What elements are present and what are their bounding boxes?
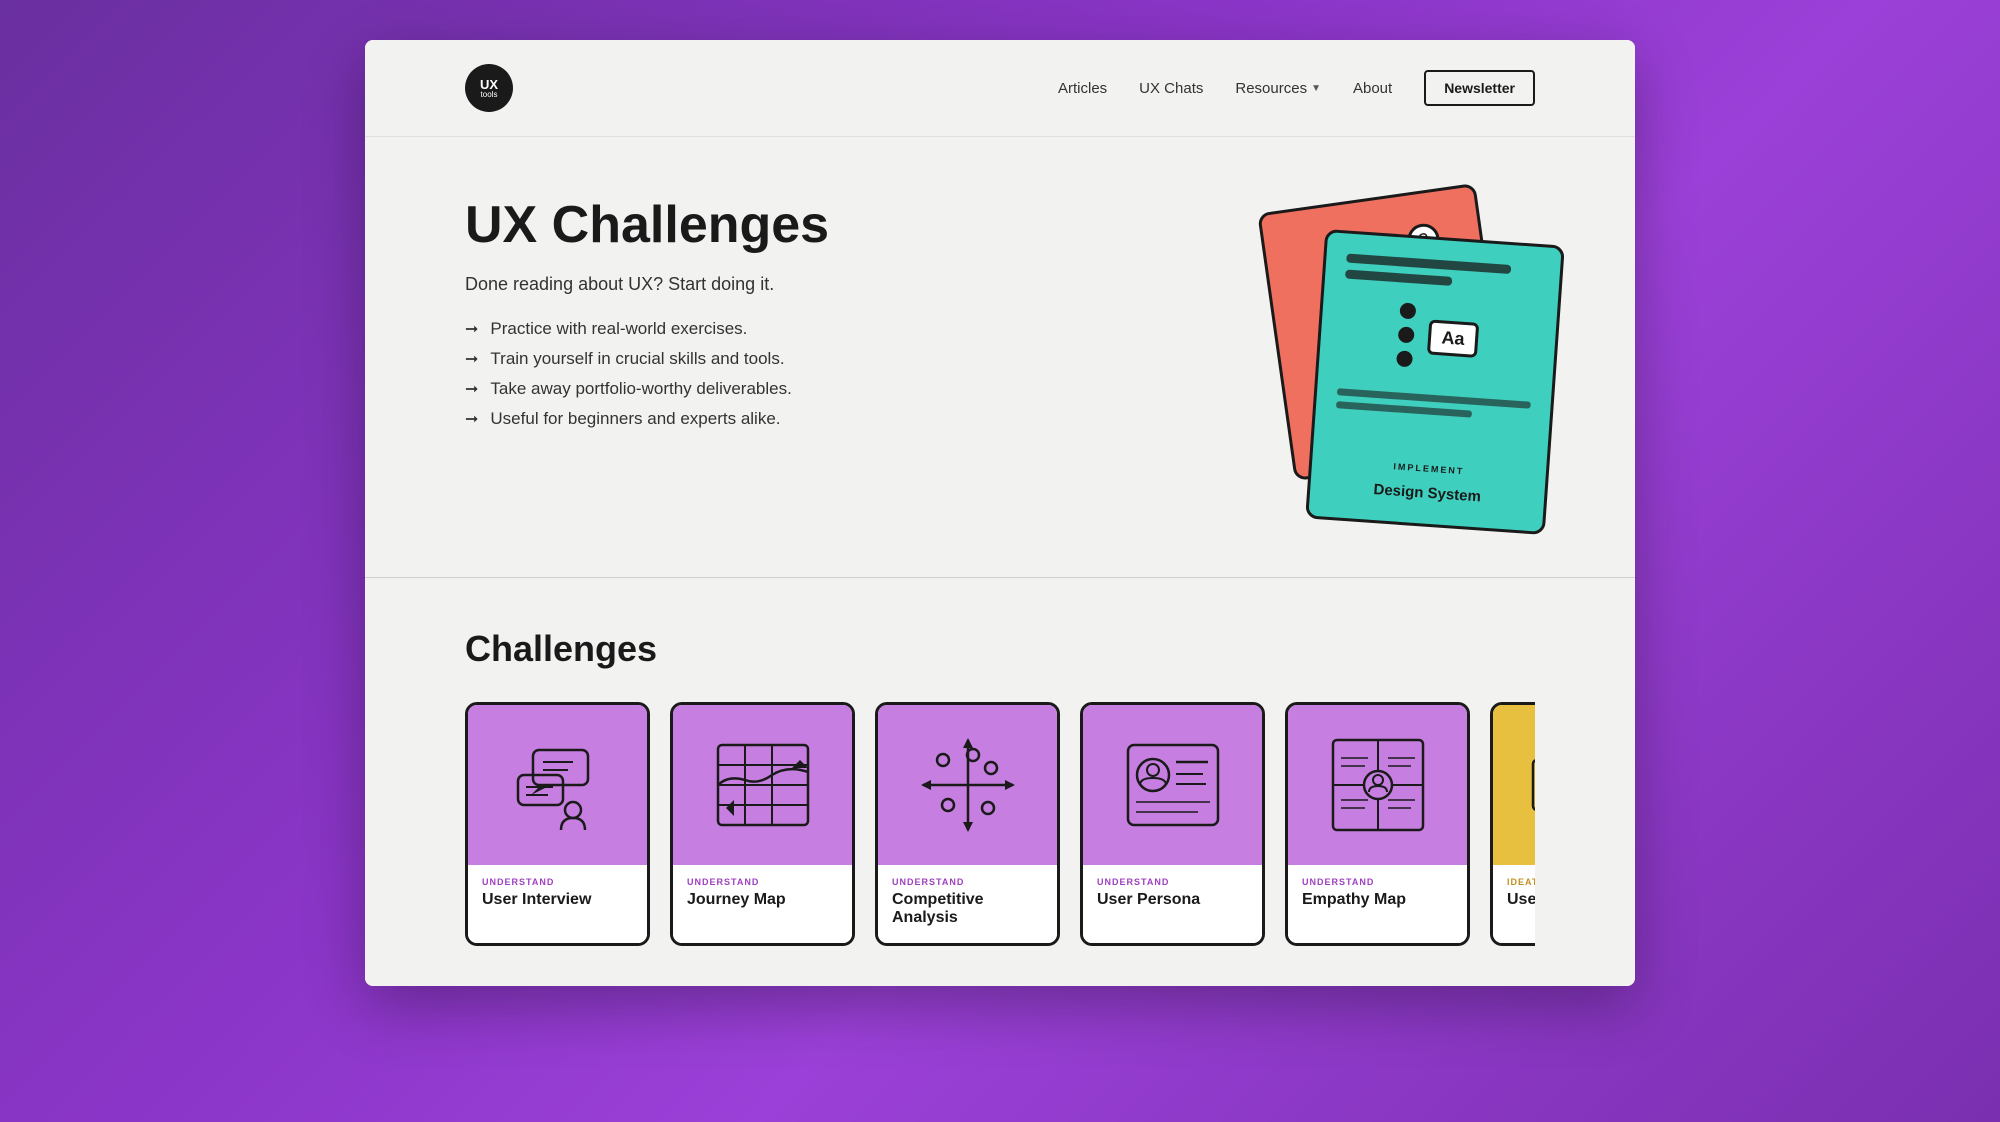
challenge-card-user-interview[interactable]: UNDERSTAND User Interview [465,702,650,946]
challenge-card-competitive-analysis[interactable]: UNDERSTAND Competitive Analysis [875,702,1060,946]
page-wrapper: UX tools Articles UX Chats Resources ▼ A… [365,40,1635,986]
card-tag: UNDERSTAND [687,877,838,887]
hero-bullet-4: ➞ Useful for beginners and experts alike… [465,409,829,429]
challenge-card-user-persona[interactable]: UNDERSTAND User Persona [1080,702,1265,946]
chevron-down-icon: ▼ [1311,83,1321,94]
card-body-empathy-map: UNDERSTAND Empathy Map [1288,865,1467,943]
logo-ux: UX [480,78,498,91]
hero-title: UX Challenges [465,197,829,254]
arrow-icon: ➞ [465,379,478,399]
arrow-icon: ➞ [465,319,478,339]
card-tag: IDEATE [1507,877,1535,887]
arrow-icon: ➞ [465,349,478,369]
challenge-card-user-flow[interactable]: IDEATE User Flow [1490,702,1535,946]
card-tag: UNDERSTAND [1097,877,1248,887]
card-front: Aa IMPLEMENT Design System [1305,229,1565,535]
user-flow-icon [1528,730,1536,840]
hero-bullets: ➞ Practice with real-world exercises. ➞ … [465,319,829,429]
nav-ux-chats[interactable]: UX Chats [1139,80,1203,97]
card-image-user-interview [468,705,647,865]
card-image-empathy-map [1288,705,1467,865]
card-image-user-flow [1493,705,1535,865]
hero-subtitle: Done reading about UX? Start doing it. [465,274,829,295]
nav-about[interactable]: About [1353,80,1392,97]
newsletter-button[interactable]: Newsletter [1424,70,1535,106]
card-body-user-interview: UNDERSTAND User Interview [468,865,647,943]
card-name: User Interview [482,891,633,909]
logo-tools: tools [481,91,498,99]
challenge-card-journey-map[interactable]: UNDERSTAND Journey Map [670,702,855,946]
card-image-user-persona [1083,705,1262,865]
challenges-section: Challenges [365,578,1635,986]
card-name: Competitive Analysis [892,891,1043,927]
card-body-competitive-analysis: UNDERSTAND Competitive Analysis [878,865,1057,943]
hero-bullet-3: ➞ Take away portfolio-worthy deliverable… [465,379,829,399]
card-image-journey-map [673,705,852,865]
card-tag: UNDERSTAND [892,877,1043,887]
card-tag: UNDERSTAND [482,877,633,887]
user-interview-icon [503,730,613,840]
card-tag: UNDERSTAND [1302,877,1453,887]
implement-label: IMPLEMENT [1393,461,1465,476]
card-name: Journey Map [687,891,838,909]
competitive-analysis-icon [913,730,1023,840]
arrow-icon: ➞ [465,409,478,429]
card-image-competitive-analysis [878,705,1057,865]
header: UX tools Articles UX Chats Resources ▼ A… [365,40,1635,137]
card-body-user-persona: UNDERSTAND User Persona [1083,865,1262,943]
hero-bullet-1: ➞ Practice with real-world exercises. [465,319,829,339]
challenge-card-empathy-map[interactable]: UNDERSTAND Empathy Map [1285,702,1470,946]
card-body-user-flow: IDEATE User Flow [1493,865,1535,943]
card-name: Empathy Map [1302,891,1453,909]
aa-icon: Aa [1427,319,1478,357]
logo[interactable]: UX tools [465,64,513,112]
challenges-title: Challenges [465,628,1535,670]
nav-articles[interactable]: Articles [1058,80,1107,97]
user-persona-icon [1118,730,1228,840]
empathy-map-icon [1323,730,1433,840]
hero-illustration: ? [1235,177,1555,497]
journey-map-icon [708,730,818,840]
card-body-journey-map: UNDERSTAND Journey Map [673,865,852,943]
main-nav: Articles UX Chats Resources ▼ About News… [1058,70,1535,106]
hero-text: UX Challenges Done reading about UX? Sta… [465,197,829,429]
hero-section: UX Challenges Done reading about UX? Sta… [365,137,1635,577]
challenges-cards-row: UNDERSTAND User Interview [465,702,1535,946]
design-system-label: Design System [1373,481,1481,505]
card-name: User Persona [1097,891,1248,909]
hero-bullet-2: ➞ Train yourself in crucial skills and t… [465,349,829,369]
nav-resources[interactable]: Resources ▼ [1235,80,1321,97]
card-name: User Flow [1507,891,1535,909]
